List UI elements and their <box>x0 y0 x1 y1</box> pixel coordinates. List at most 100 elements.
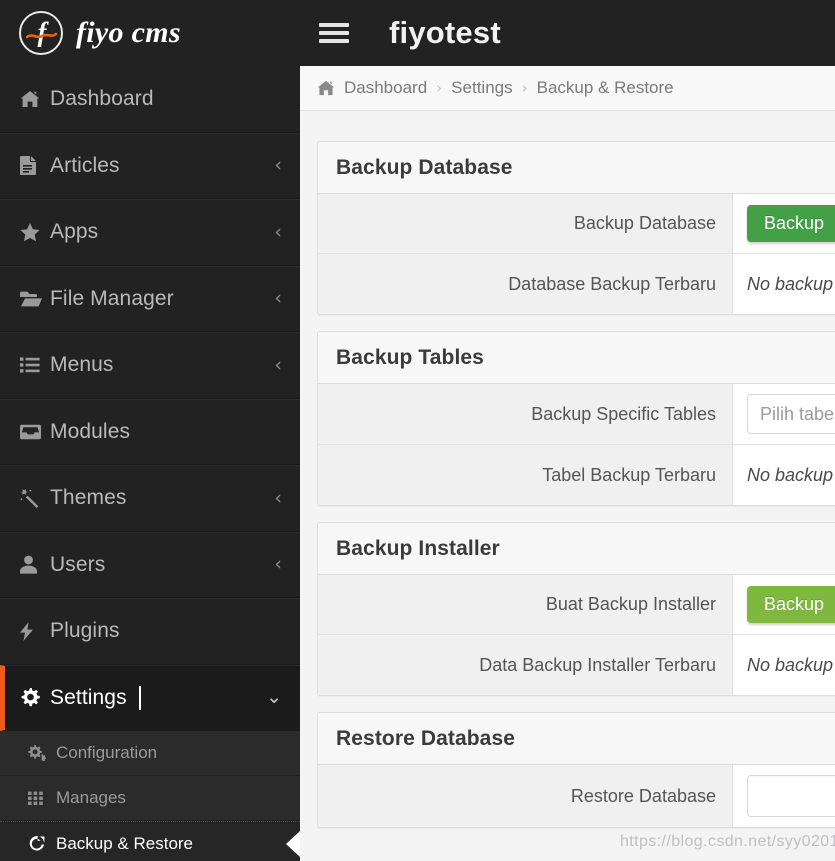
form-label: Restore Database <box>318 765 733 827</box>
breadcrumb-item-settings[interactable]: Settings <box>451 78 512 98</box>
folder-open-icon <box>20 291 50 307</box>
sidebar-item-users[interactable]: Users ‹ <box>0 531 300 598</box>
sidebar-item-themes[interactable]: Themes ‹ <box>0 465 300 532</box>
document-icon <box>20 156 50 176</box>
form-control <box>733 765 835 827</box>
panel-backup-tables: Backup Tables Backup Specific Tables Pil… <box>317 331 835 506</box>
breadcrumb-item-backup-restore: Backup & Restore <box>536 78 674 97</box>
sidebar-item-label: File Manager <box>50 286 174 310</box>
home-icon <box>317 80 335 96</box>
list-icon <box>20 357 50 373</box>
panel-title: Backup Installer <box>336 536 500 560</box>
form-label: Buat Backup Installer <box>318 575 733 634</box>
form-row: Buat Backup Installer Backup <box>318 575 835 635</box>
panel-title: Restore Database <box>336 726 516 750</box>
top-bar: f fiyo cms fiyotest <box>0 0 835 66</box>
backup-database-button[interactable]: Backup <box>747 204 835 243</box>
sidebar-submenu-settings: Configuration Manages Backup & Restore <box>0 731 300 861</box>
home-icon <box>20 90 50 108</box>
sidebar-item-manages[interactable]: Manages <box>0 776 300 821</box>
form-row: Backup Specific Tables Pilih tabel <box>318 384 835 445</box>
chevron-left-icon: ‹ <box>274 486 282 509</box>
hamburger-bar <box>319 39 349 43</box>
refresh-icon <box>28 835 56 853</box>
panel-backup-database: Backup Database Backup Database Backup D… <box>317 141 835 315</box>
form-control: No backup file! <box>733 635 835 695</box>
sidebar-item-label: Dashboard <box>50 86 154 110</box>
active-pointer-arrow <box>286 831 300 857</box>
latest-table-backup-status: No backup file! <box>747 464 835 485</box>
sidebar-item-backup-restore[interactable]: Backup & Restore <box>0 821 300 861</box>
breadcrumb-separator-icon: › <box>436 79 443 97</box>
bolt-icon <box>20 621 50 641</box>
form-label: Database Backup Terbaru <box>318 254 733 314</box>
sidebar-item-apps[interactable]: Apps ‹ <box>0 199 300 266</box>
breadcrumb: Dashboard › Settings › Backup & Restore <box>300 66 835 111</box>
sidebar-item-file-manager[interactable]: File Manager ‹ <box>0 265 300 332</box>
magic-wand-icon <box>20 488 50 508</box>
form-row: Backup Database Backup <box>318 194 835 254</box>
chevron-left-icon: ‹ <box>274 553 282 576</box>
breadcrumb-separator-icon: › <box>521 79 528 97</box>
sidebar-item-label: Users <box>50 552 106 576</box>
form-label: Data Backup Installer Terbaru <box>318 635 733 695</box>
form-label-text: Database Backup Terbaru <box>508 273 716 294</box>
form-label: Tabel Backup Terbaru <box>318 445 733 505</box>
sidebar-item-plugins[interactable]: Plugins <box>0 598 300 665</box>
form-label-text: Tabel Backup Terbaru <box>542 464 716 485</box>
user-icon <box>20 555 50 574</box>
chevron-left-icon: ‹ <box>274 154 282 177</box>
panel-list: Backup Database Backup Database Backup D… <box>300 111 835 828</box>
select-tables-input[interactable]: Pilih tabel <box>747 394 835 434</box>
select-tables-placeholder: Pilih tabel <box>760 403 835 424</box>
panel-title: Backup Database <box>336 155 513 179</box>
sidebar-item-label: Settings <box>50 685 127 709</box>
sidebar-item-label: Themes <box>50 486 127 510</box>
sidebar-item-settings[interactable]: Settings ⌄ <box>0 664 300 731</box>
site-title: fiyotest <box>389 15 501 50</box>
sidebar-item-menus[interactable]: Menus ‹ <box>0 332 300 399</box>
form-label-text: Data Backup Installer Terbaru <box>479 654 716 675</box>
chevron-left-icon: ‹ <box>274 220 282 243</box>
gear-icon <box>20 687 50 708</box>
hamburger-icon[interactable] <box>319 21 349 45</box>
form-label: Backup Database <box>318 194 733 253</box>
sidebar-item-articles[interactable]: Articles ‹ <box>0 132 300 199</box>
breadcrumb-item-dashboard[interactable]: Dashboard <box>344 78 427 98</box>
brand-logo[interactable]: f fiyo cms <box>0 0 300 66</box>
panel-header: Backup Tables <box>318 332 835 384</box>
panel-header: Backup Database <box>318 142 835 194</box>
form-row: Database Backup Terbaru No backup file! <box>318 254 835 314</box>
text-caret <box>138 685 141 710</box>
form-control: Backup <box>733 575 835 634</box>
form-control: Pilih tabel <box>733 384 835 444</box>
form-label-text: Restore Database <box>570 785 716 806</box>
backup-installer-button[interactable]: Backup <box>747 585 835 624</box>
sidebar-item-label: Apps <box>50 220 99 244</box>
form-label-text: Backup Specific Tables <box>531 403 716 424</box>
main-content: Dashboard › Settings › Backup & Restore … <box>300 66 835 861</box>
form-control: No backup file! <box>733 254 835 314</box>
latest-database-backup-status: No backup file! <box>747 273 835 294</box>
logo-letter-f: f <box>37 16 47 47</box>
sidebar-item-label: Articles <box>50 153 120 177</box>
gears-icon <box>28 745 56 761</box>
star-icon <box>20 222 50 242</box>
restore-database-file-input[interactable] <box>747 775 835 817</box>
form-row: Tabel Backup Terbaru No backup file! <box>318 445 835 505</box>
latest-installer-backup-status: No backup file! <box>747 654 835 675</box>
sidebar-item-configuration[interactable]: Configuration <box>0 731 300 776</box>
inbox-icon <box>20 424 50 440</box>
sidebar-item-dashboard[interactable]: Dashboard <box>0 66 300 133</box>
chevron-left-icon: ‹ <box>274 287 282 310</box>
sidebar-subitem-label: Backup & Restore <box>56 834 194 853</box>
panel-header: Backup Installer <box>318 523 835 575</box>
sidebar-subitem-label: Manages <box>56 788 126 807</box>
brand-name: fiyo cms <box>76 16 181 49</box>
form-row: Data Backup Installer Terbaru No backup … <box>318 635 835 695</box>
panel-header: Restore Database <box>318 713 835 765</box>
sidebar-item-label: Menus <box>50 353 114 377</box>
hamburger-bar <box>319 31 349 35</box>
panel-title: Backup Tables <box>336 345 484 369</box>
sidebar-item-modules[interactable]: Modules <box>0 398 300 465</box>
